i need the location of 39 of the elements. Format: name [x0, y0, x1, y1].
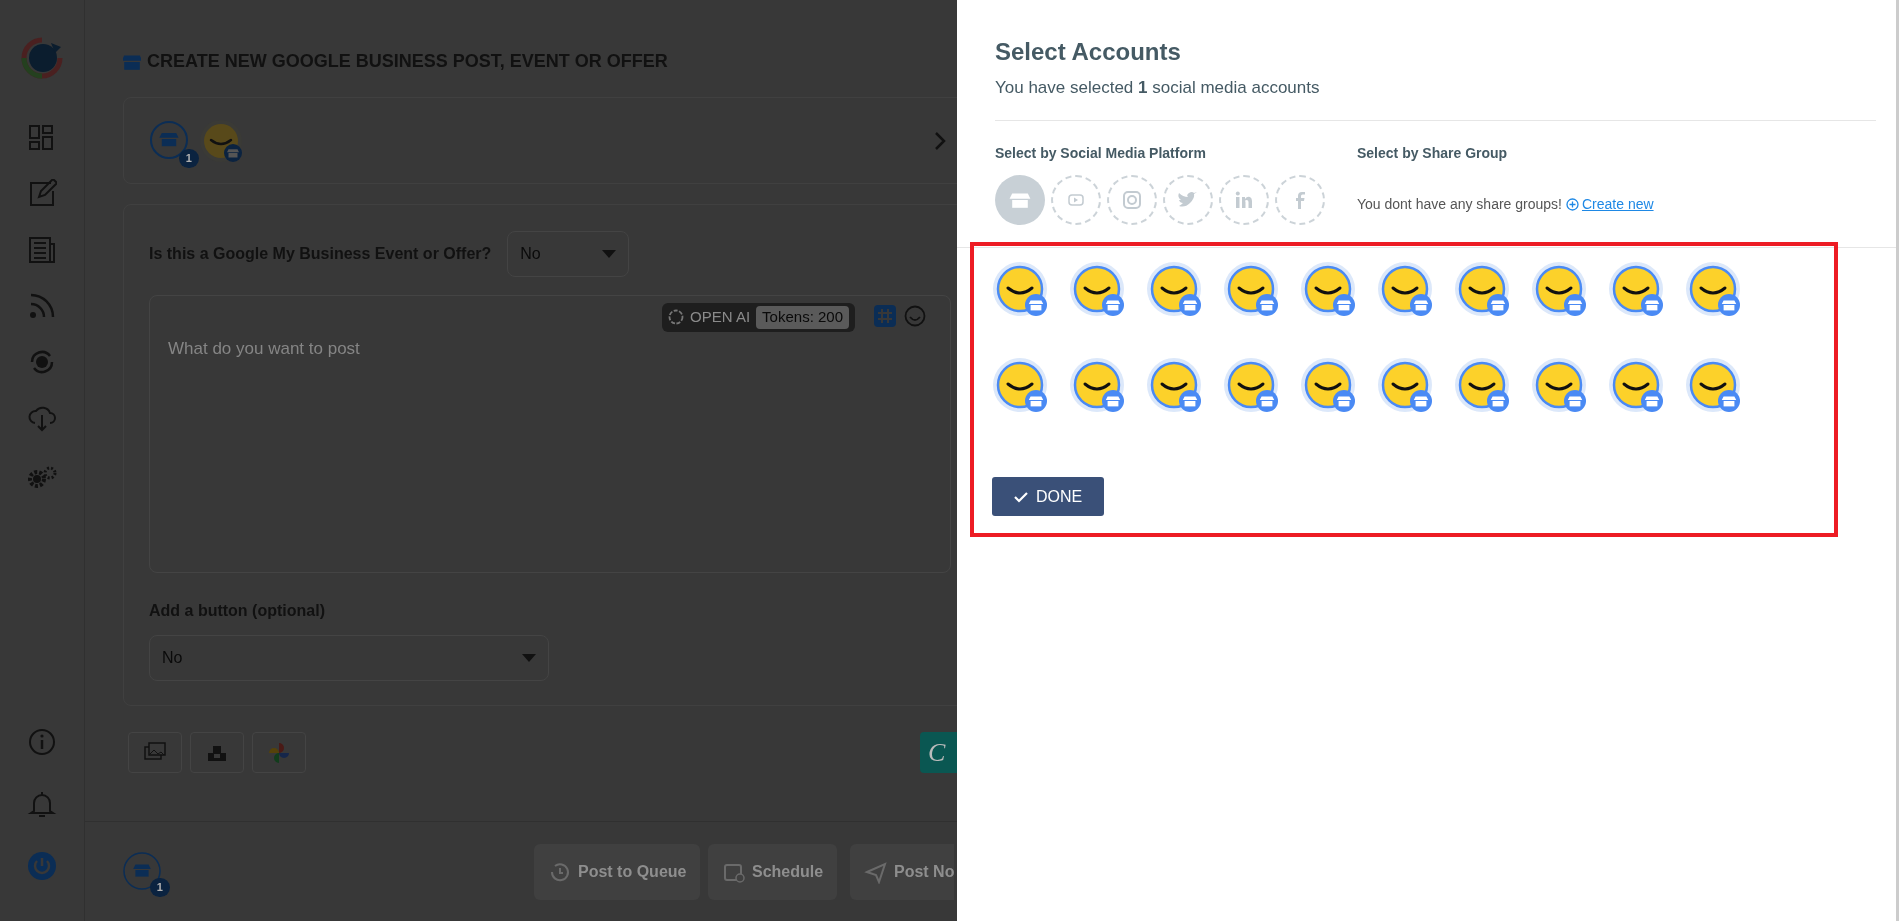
- count-badge: 1: [178, 148, 199, 168]
- empty-message: You dont have any share groups!: [1357, 195, 1562, 215]
- plus-circle-icon: [1565, 198, 1579, 212]
- openai-button[interactable]: OPEN AI Tokens: 200: [662, 303, 855, 332]
- power-icon[interactable]: [27, 851, 57, 881]
- rss-icon[interactable]: [27, 291, 57, 321]
- selection-summary: You have selected 1 social media accounts: [995, 76, 1321, 99]
- post-textarea[interactable]: What do you want to post OPEN AI Tokens: 200: [149, 295, 951, 573]
- send-icon: [864, 860, 888, 884]
- emoji-icon[interactable]: [904, 305, 926, 327]
- caret-icon: [602, 250, 617, 258]
- token-count: Tokens: 200: [756, 306, 849, 329]
- action-button[interactable]: Post No: [850, 844, 955, 900]
- ai-icon: [668, 309, 685, 326]
- section-heading: Select by Social Media Platform: [995, 144, 1207, 164]
- action-button[interactable]: Schedule: [708, 844, 838, 900]
- newspaper-icon[interactable]: [27, 235, 57, 265]
- hashtag-icon[interactable]: [874, 305, 896, 327]
- action-button[interactable]: Post to Queue: [534, 844, 701, 900]
- store-icon: [123, 53, 141, 70]
- check-icon: [1014, 490, 1028, 503]
- media-button[interactable]: [190, 732, 244, 773]
- bell-icon[interactable]: [27, 789, 57, 819]
- queue-icon: [548, 860, 572, 884]
- account-group-icon: [149, 119, 191, 162]
- edit-icon[interactable]: [27, 179, 57, 209]
- panel-title: Select Accounts: [995, 38, 1182, 67]
- done-button[interactable]: DONE: [992, 477, 1105, 517]
- create-group-link[interactable]: Create new: [1565, 194, 1654, 216]
- caret-icon: [522, 654, 536, 662]
- canva-button[interactable]: C: [920, 732, 957, 773]
- logo-icon: [21, 37, 63, 79]
- media-button[interactable]: [128, 732, 182, 773]
- media-button[interactable]: [252, 732, 306, 773]
- info-icon[interactable]: [27, 727, 57, 757]
- account-group-icon: [122, 850, 162, 891]
- platform-filter[interactable]: [995, 175, 1045, 226]
- chevron-right-icon[interactable]: [934, 130, 946, 151]
- section-heading: Select by Share Group: [1357, 144, 1509, 164]
